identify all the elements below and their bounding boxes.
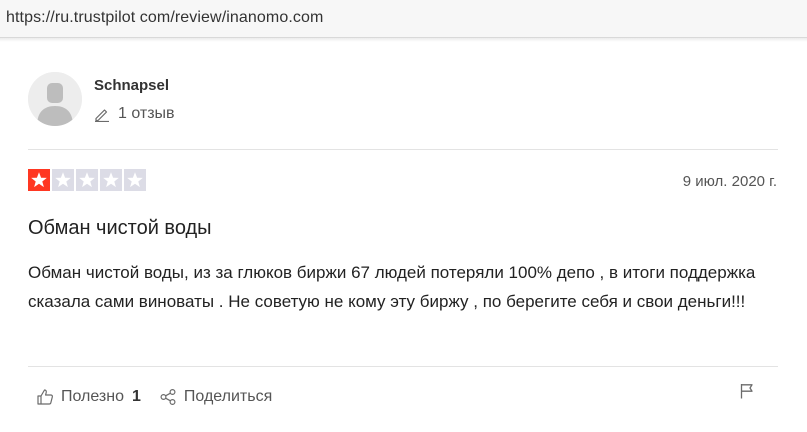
reviewer-name[interactable]: Schnapsel xyxy=(94,77,169,94)
avatar[interactable] xyxy=(28,72,82,126)
star-empty xyxy=(52,169,74,191)
star-icon xyxy=(127,172,143,188)
url-text[interactable]: https://ru.trustpilot com/review/inanomo… xyxy=(6,9,323,27)
star-empty xyxy=(76,169,98,191)
star-rating xyxy=(28,169,146,191)
review-date: 9 июл. 2020 г. xyxy=(682,173,777,190)
star-empty xyxy=(100,169,122,191)
share-icon xyxy=(160,388,176,406)
report-button[interactable] xyxy=(739,383,755,399)
useful-count: 1 xyxy=(132,388,141,405)
share-button[interactable]: Поделиться xyxy=(159,388,272,406)
browser-address-bar[interactable]: https://ru.trustpilot com/review/inanomo… xyxy=(0,0,807,38)
useful-button[interactable]: Полезно 1 xyxy=(36,388,141,406)
star-filled xyxy=(28,169,50,191)
address-bar-shadow xyxy=(0,38,807,42)
divider xyxy=(28,366,778,367)
thumbs-up-icon xyxy=(37,389,53,405)
review-actions: Полезно 1 Поделиться xyxy=(36,388,272,406)
user-silhouette-icon xyxy=(28,72,82,126)
star-icon xyxy=(31,172,47,188)
review-count-text: 1 отзыв xyxy=(118,105,175,122)
useful-label: Полезно xyxy=(61,388,124,405)
star-icon xyxy=(103,172,119,188)
divider xyxy=(28,149,778,150)
flag-icon xyxy=(740,384,753,399)
share-label: Поделиться xyxy=(183,388,273,405)
star-icon xyxy=(79,172,95,188)
reviewer-review-count: 1 отзыв xyxy=(94,105,175,123)
review-title[interactable]: Обман чистой воды xyxy=(28,217,212,240)
star-icon xyxy=(55,172,71,188)
star-empty xyxy=(124,169,146,191)
pencil-icon xyxy=(95,109,109,122)
review-body: Обман чистой воды, из за глюков биржи 67… xyxy=(28,263,756,311)
